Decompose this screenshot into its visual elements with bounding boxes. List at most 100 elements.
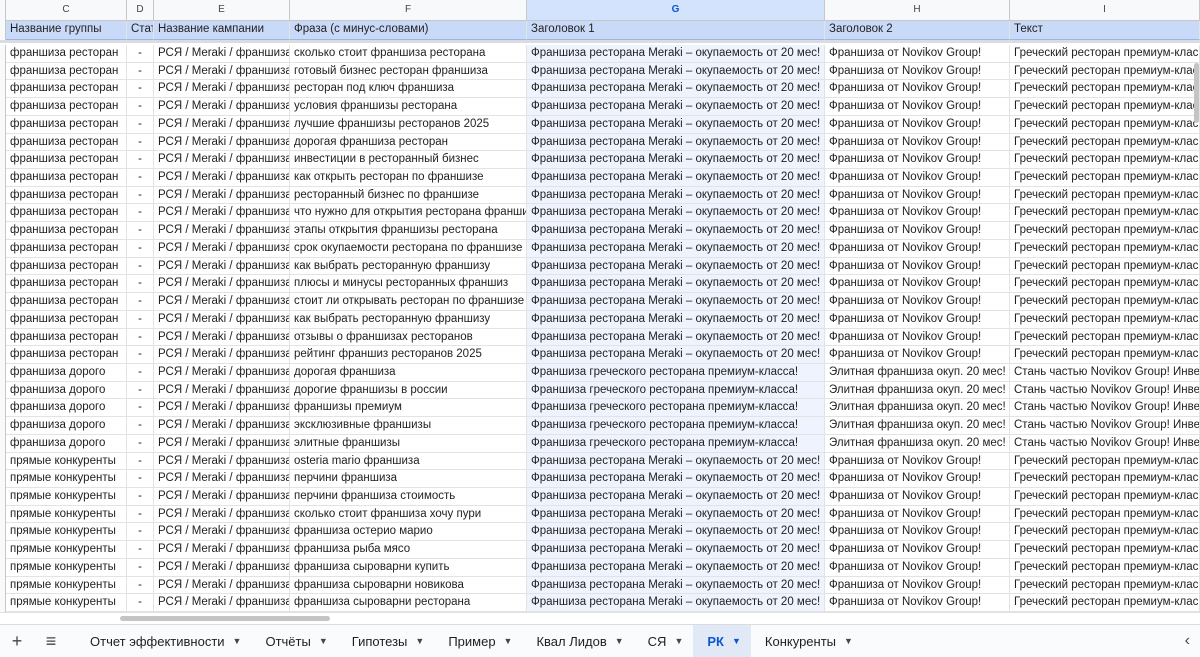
cell-e[interactable]: РСЯ / Meraki / франшиза	[154, 346, 290, 364]
cell-h[interactable]: Франшиза от Novikov Group!	[825, 239, 1010, 258]
cell-f[interactable]: отзывы о франшизах ресторанов	[290, 328, 527, 347]
menu-icon[interactable]: ≡	[34, 625, 68, 657]
cell-h[interactable]: Франшиза от Novikov Group!	[825, 346, 1010, 364]
cell-h[interactable]: Франшиза от Novikov Group!	[825, 470, 1010, 488]
caret-down-icon[interactable]: ▼	[844, 636, 853, 646]
cell-g[interactable]: Франшиза ресторана Meraki – окупаемость …	[527, 222, 825, 240]
column-letter-d[interactable]: D	[127, 0, 154, 21]
cell-d[interactable]: -	[127, 576, 154, 595]
cell-d[interactable]: -	[127, 169, 154, 187]
column-letter-f[interactable]: F	[290, 0, 527, 21]
cell-i[interactable]: Стань частью Novikov Group! Инве	[1010, 363, 1200, 382]
cell-i[interactable]: Греческий ресторан премиум-клас	[1010, 151, 1200, 170]
cell-e[interactable]: РСЯ / Meraki / франшиза	[154, 151, 290, 170]
cell-g[interactable]: Франшиза греческого ресторана премиум-кл…	[527, 417, 825, 435]
cell-f[interactable]: дорогая франшиза	[290, 363, 527, 382]
header-cell-c[interactable]: Название группы	[6, 21, 127, 40]
cell-i[interactable]: Греческий ресторан премиум-клас	[1010, 115, 1200, 134]
cell-i[interactable]: Греческий ресторан премиум-клас	[1010, 523, 1200, 542]
cell-i[interactable]: Греческий ресторан премиум-клас	[1010, 62, 1200, 81]
cell-e[interactable]: РСЯ / Meraki / франшиза	[154, 523, 290, 542]
cell-h[interactable]: Франшиза от Novikov Group!	[825, 45, 1010, 63]
cell-i[interactable]: Греческий ресторан премиум-клас	[1010, 257, 1200, 276]
cell-c[interactable]: франшиза ресторан	[6, 275, 127, 294]
cell-g[interactable]: Франшиза греческого ресторана премиум-кл…	[527, 399, 825, 418]
cell-i[interactable]: Греческий ресторан премиум-клас	[1010, 328, 1200, 347]
cell-d[interactable]: -	[127, 204, 154, 223]
cell-c[interactable]: прямые конкуренты	[6, 576, 127, 595]
cell-e[interactable]: РСЯ / Meraki / франшиза	[154, 310, 290, 329]
cell-c[interactable]: прямые конкуренты	[6, 488, 127, 506]
cell-c[interactable]: франшиза ресторан	[6, 222, 127, 240]
cell-d[interactable]: -	[127, 381, 154, 400]
cell-g[interactable]: Франшиза ресторана Meraki – окупаемость …	[527, 576, 825, 595]
caret-down-icon[interactable]: ▼	[674, 636, 683, 646]
cell-f[interactable]: сколько стоит франшиза хочу пури	[290, 505, 527, 524]
cell-h[interactable]: Франшиза от Novikov Group!	[825, 80, 1010, 99]
cell-i[interactable]: Стань частью Novikov Group! Инве	[1010, 399, 1200, 418]
cell-d[interactable]: -	[127, 80, 154, 99]
cell-c[interactable]: франшиза ресторан	[6, 346, 127, 364]
cell-e[interactable]: РСЯ / Meraki / франшиза	[154, 576, 290, 595]
cell-h[interactable]: Франшиза от Novikov Group!	[825, 222, 1010, 240]
cell-c[interactable]: франшиза ресторан	[6, 133, 127, 152]
cell-g[interactable]: Франшиза ресторана Meraki – окупаемость …	[527, 488, 825, 506]
cell-f[interactable]: перчини франшиза стоимость	[290, 488, 527, 506]
cell-d[interactable]: -	[127, 488, 154, 506]
caret-down-icon[interactable]: ▼	[504, 636, 513, 646]
cell-c[interactable]: франшиза ресторан	[6, 115, 127, 134]
column-letter-e[interactable]: E	[154, 0, 290, 21]
cell-e[interactable]: РСЯ / Meraki / франшиза	[154, 293, 290, 311]
cell-c[interactable]: прямые конкуренты	[6, 523, 127, 542]
caret-down-icon[interactable]: ▼	[233, 636, 242, 646]
cell-e[interactable]: РСЯ / Meraki / франшиза	[154, 470, 290, 488]
cell-d[interactable]: -	[127, 452, 154, 471]
column-letter-i[interactable]: I	[1010, 0, 1200, 21]
cell-e[interactable]: РСЯ / Meraki / франшиза	[154, 115, 290, 134]
cell-i[interactable]: Греческий ресторан премиум-клас	[1010, 80, 1200, 99]
cell-d[interactable]: -	[127, 417, 154, 435]
cell-g[interactable]: Франшиза ресторана Meraki – окупаемость …	[527, 328, 825, 347]
cell-c[interactable]: прямые конкуренты	[6, 594, 127, 612]
cell-f[interactable]: osteria mario франшиза	[290, 452, 527, 471]
cell-d[interactable]: -	[127, 523, 154, 542]
cell-f[interactable]: инвестиции в ресторанный бизнес	[290, 151, 527, 170]
cell-e[interactable]: РСЯ / Meraki / франшиза	[154, 80, 290, 99]
cell-i[interactable]: Греческий ресторан премиум-клас	[1010, 576, 1200, 595]
cell-e[interactable]: РСЯ / Meraki / франшиза	[154, 452, 290, 471]
cell-h[interactable]: Элитная франшиза окуп. 20 мес!	[825, 417, 1010, 435]
cell-h[interactable]: Франшиза от Novikov Group!	[825, 169, 1010, 187]
cell-g[interactable]: Франшиза ресторана Meraki – окупаемость …	[527, 505, 825, 524]
cell-g[interactable]: Франшиза ресторана Meraki – окупаемость …	[527, 62, 825, 81]
cell-e[interactable]: РСЯ / Meraki / франшиза	[154, 381, 290, 400]
cell-c[interactable]: прямые конкуренты	[6, 452, 127, 471]
cell-e[interactable]: РСЯ / Meraki / франшиза	[154, 488, 290, 506]
cell-d[interactable]: -	[127, 257, 154, 276]
cell-f[interactable]: франшизы премиум	[290, 399, 527, 418]
cell-c[interactable]: франшиза ресторан	[6, 310, 127, 329]
cell-g[interactable]: Франшиза ресторана Meraki – окупаемость …	[527, 346, 825, 364]
cell-g[interactable]: Франшиза ресторана Meraki – окупаемость …	[527, 452, 825, 471]
cell-e[interactable]: РСЯ / Meraki / франшиза	[154, 257, 290, 276]
cell-d[interactable]: -	[127, 133, 154, 152]
cell-c[interactable]: франшиза ресторан	[6, 328, 127, 347]
cell-c[interactable]: франшиза дорого	[6, 399, 127, 418]
cell-h[interactable]: Франшиза от Novikov Group!	[825, 523, 1010, 542]
cell-i[interactable]: Греческий ресторан премиум-клас	[1010, 204, 1200, 223]
cell-e[interactable]: РСЯ / Meraki / франшиза	[154, 133, 290, 152]
cell-h[interactable]: Элитная франшиза окуп. 20 мес!	[825, 434, 1010, 453]
sheet-tab[interactable]: РК ▼	[693, 625, 751, 657]
cell-e[interactable]: РСЯ / Meraki / франшиза	[154, 434, 290, 453]
cell-c[interactable]: франшиза ресторан	[6, 257, 127, 276]
cell-e[interactable]: РСЯ / Meraki / франшиза	[154, 169, 290, 187]
cell-g[interactable]: Франшиза ресторана Meraki – окупаемость …	[527, 151, 825, 170]
horizontal-scroll-thumb[interactable]	[120, 616, 330, 621]
cell-h[interactable]: Франшиза от Novikov Group!	[825, 452, 1010, 471]
cell-h[interactable]: Франшиза от Novikov Group!	[825, 541, 1010, 559]
cell-e[interactable]: РСЯ / Meraki / франшиза	[154, 594, 290, 612]
cell-e[interactable]: РСЯ / Meraki / франшиза	[154, 98, 290, 116]
cell-c[interactable]: франшиза ресторан	[6, 186, 127, 205]
cell-i[interactable]: Греческий ресторан премиум-клас	[1010, 488, 1200, 506]
cell-d[interactable]: -	[127, 239, 154, 258]
header-cell-f[interactable]: Фраза (с минус-словами)	[290, 21, 527, 40]
